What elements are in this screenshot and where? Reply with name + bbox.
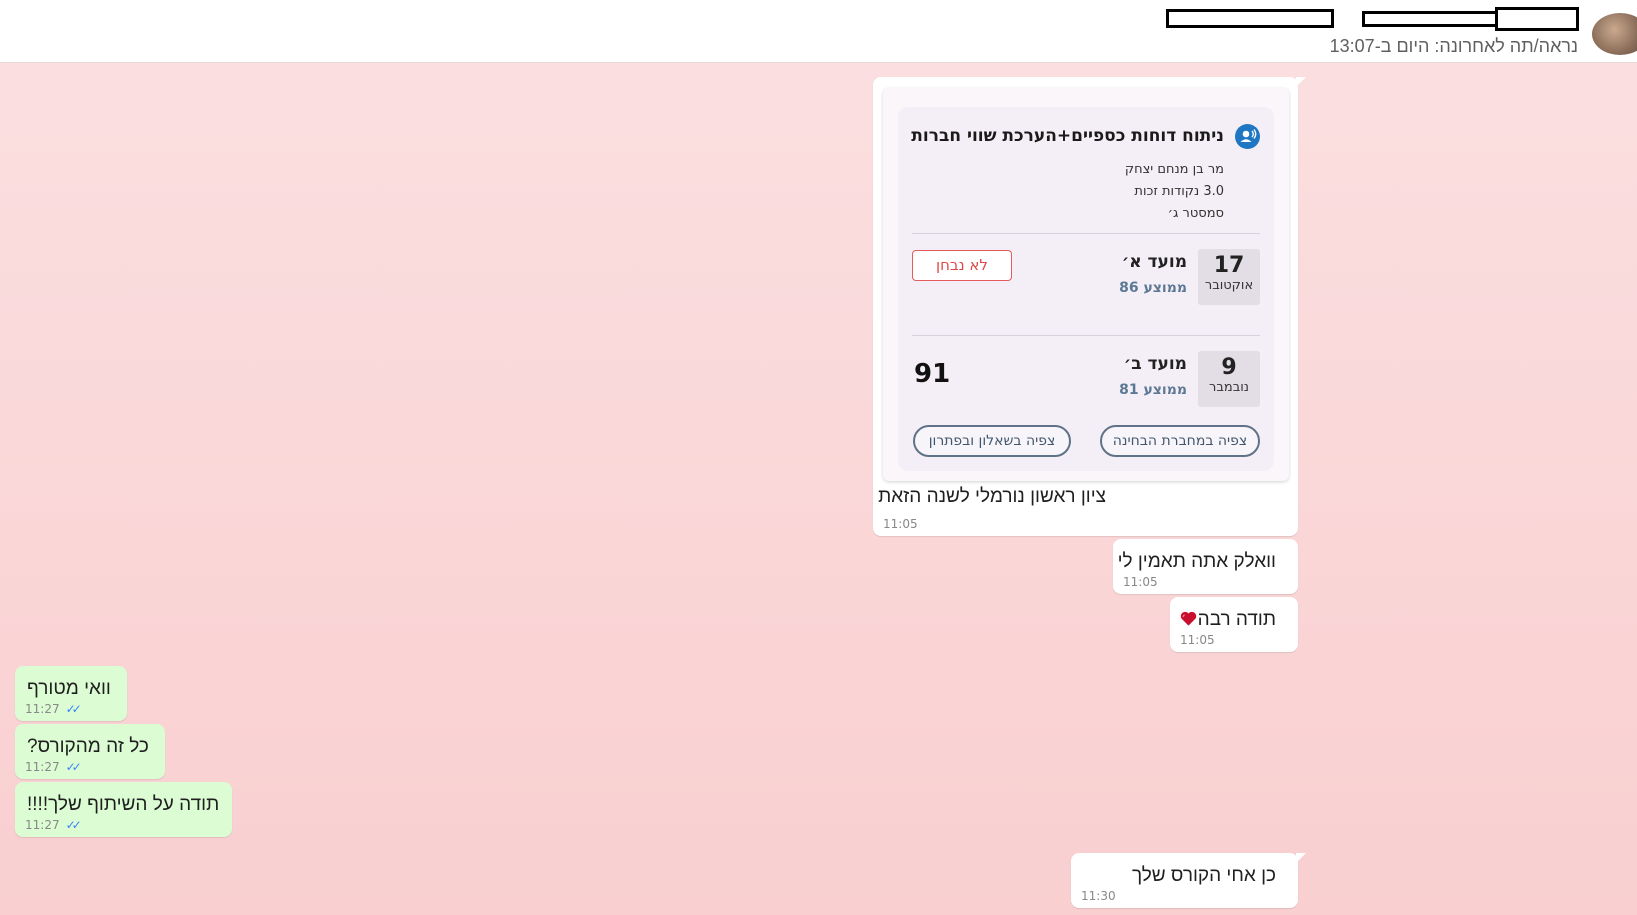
message-text: כל זה מהקורס? bbox=[27, 736, 149, 757]
card-divider bbox=[912, 233, 1260, 234]
message-text: כן אחי הקורס שלך bbox=[1131, 865, 1276, 886]
sitting-a-month: אוקטובר bbox=[1204, 278, 1254, 293]
sitting-b-average: ממוצע 81 bbox=[1119, 382, 1187, 398]
last-seen-status: נראה/תה לאחרונה: היום ב-13:07 bbox=[1329, 36, 1578, 56]
exam-result-card[interactable]: ניתוח דוחות כספיים+הערכת שווי חברות מר ב… bbox=[883, 88, 1289, 481]
red-heart-icon bbox=[1179, 609, 1198, 628]
read-ticks-icon: ✓✓ bbox=[65, 702, 82, 716]
sitting-b-day: 9 bbox=[1221, 355, 1237, 380]
message-time: 11:05 bbox=[1123, 575, 1158, 589]
view-exam-notebook-button[interactable]: צפיה במחברת הבחינה bbox=[1100, 425, 1260, 457]
message-bubble-outgoing[interactable]: כל זה מהקורס? 11:27 ✓✓ bbox=[15, 724, 165, 779]
sitting-a-average: ממוצע 86 bbox=[1119, 280, 1187, 296]
message-meta: 11:27 ✓✓ bbox=[25, 702, 82, 716]
not-tested-badge: לא נבחן bbox=[912, 250, 1012, 281]
message-text: תודה רבה bbox=[1179, 609, 1276, 631]
bubble-tail bbox=[1296, 77, 1306, 87]
message-bubble-incoming[interactable]: כן אחי הקורס שלך 11:30 bbox=[1071, 853, 1306, 908]
sitting-b-name: מועד ב׳ bbox=[1123, 354, 1187, 374]
sitting-b-date: 9 נובמבר bbox=[1198, 351, 1260, 407]
message-text: וואי מטורף bbox=[27, 678, 111, 699]
bubble-tail bbox=[1296, 853, 1306, 863]
message-bubble-incoming[interactable]: תודה רבה 11:05 bbox=[1170, 597, 1298, 652]
message-meta: 11:27 ✓✓ bbox=[25, 760, 82, 774]
sitting-b-month: נובמבר bbox=[1209, 380, 1249, 395]
course-credits: 3.0 נקודות זכות bbox=[1134, 184, 1224, 199]
contact-avatar[interactable] bbox=[1592, 13, 1637, 55]
message-bubble-incoming[interactable]: וואלק אתה תאמין לי 11:05 bbox=[1113, 539, 1298, 594]
chat-header[interactable]: הס נראה/תה לאחרונה: היום ב-13:07 bbox=[0, 0, 1637, 63]
message-bubble-outgoing[interactable]: תודה על השיתוף שלך!!!! 11:27 ✓✓ bbox=[15, 782, 232, 837]
course-lecturer: מר בן מנחם יצחק bbox=[1124, 162, 1224, 177]
redaction-box bbox=[1495, 7, 1579, 31]
message-bubble-outgoing[interactable]: וואי מטורף 11:27 ✓✓ bbox=[15, 666, 127, 721]
message-text: וואלק אתה תאמין לי bbox=[1117, 551, 1276, 572]
course-icon bbox=[1235, 124, 1260, 149]
message-time: 11:27 bbox=[25, 760, 60, 774]
sitting-a-day: 17 bbox=[1213, 253, 1245, 278]
message-time: 11:05 bbox=[1180, 633, 1215, 647]
message-time: 11:05 bbox=[883, 517, 918, 531]
chat-area[interactable] bbox=[0, 63, 1637, 915]
message-meta: 11:27 ✓✓ bbox=[25, 818, 82, 832]
read-ticks-icon: ✓✓ bbox=[65, 818, 82, 832]
message-time: 11:27 bbox=[25, 818, 60, 832]
view-questionnaire-button[interactable]: צפיה בשאלון ובפתרון bbox=[913, 425, 1071, 457]
course-semester: סמסטר ג׳ bbox=[1167, 206, 1224, 221]
sitting-b-grade: 91 bbox=[914, 359, 951, 389]
message-text: תודה על השיתוף שלך!!!! bbox=[27, 794, 220, 815]
redaction-box bbox=[1166, 9, 1334, 28]
exam-card-body: ניתוח דוחות כספיים+הערכת שווי חברות מר ב… bbox=[898, 107, 1274, 471]
message-text-content: תודה רבה bbox=[1197, 609, 1276, 630]
read-ticks-icon: ✓✓ bbox=[65, 760, 82, 774]
message-time: 11:30 bbox=[1081, 889, 1116, 903]
redaction-box bbox=[1362, 11, 1500, 27]
message-text: ציון ראשון נורמלי לשנה הזאת bbox=[878, 486, 1106, 507]
message-time: 11:27 bbox=[25, 702, 60, 716]
sitting-a-name: מועד א׳ bbox=[1121, 252, 1187, 272]
card-divider bbox=[912, 335, 1260, 336]
course-title: ניתוח דוחות כספיים+הערכת שווי חברות bbox=[911, 126, 1224, 146]
sitting-a-date: 17 אוקטובר bbox=[1198, 249, 1260, 305]
